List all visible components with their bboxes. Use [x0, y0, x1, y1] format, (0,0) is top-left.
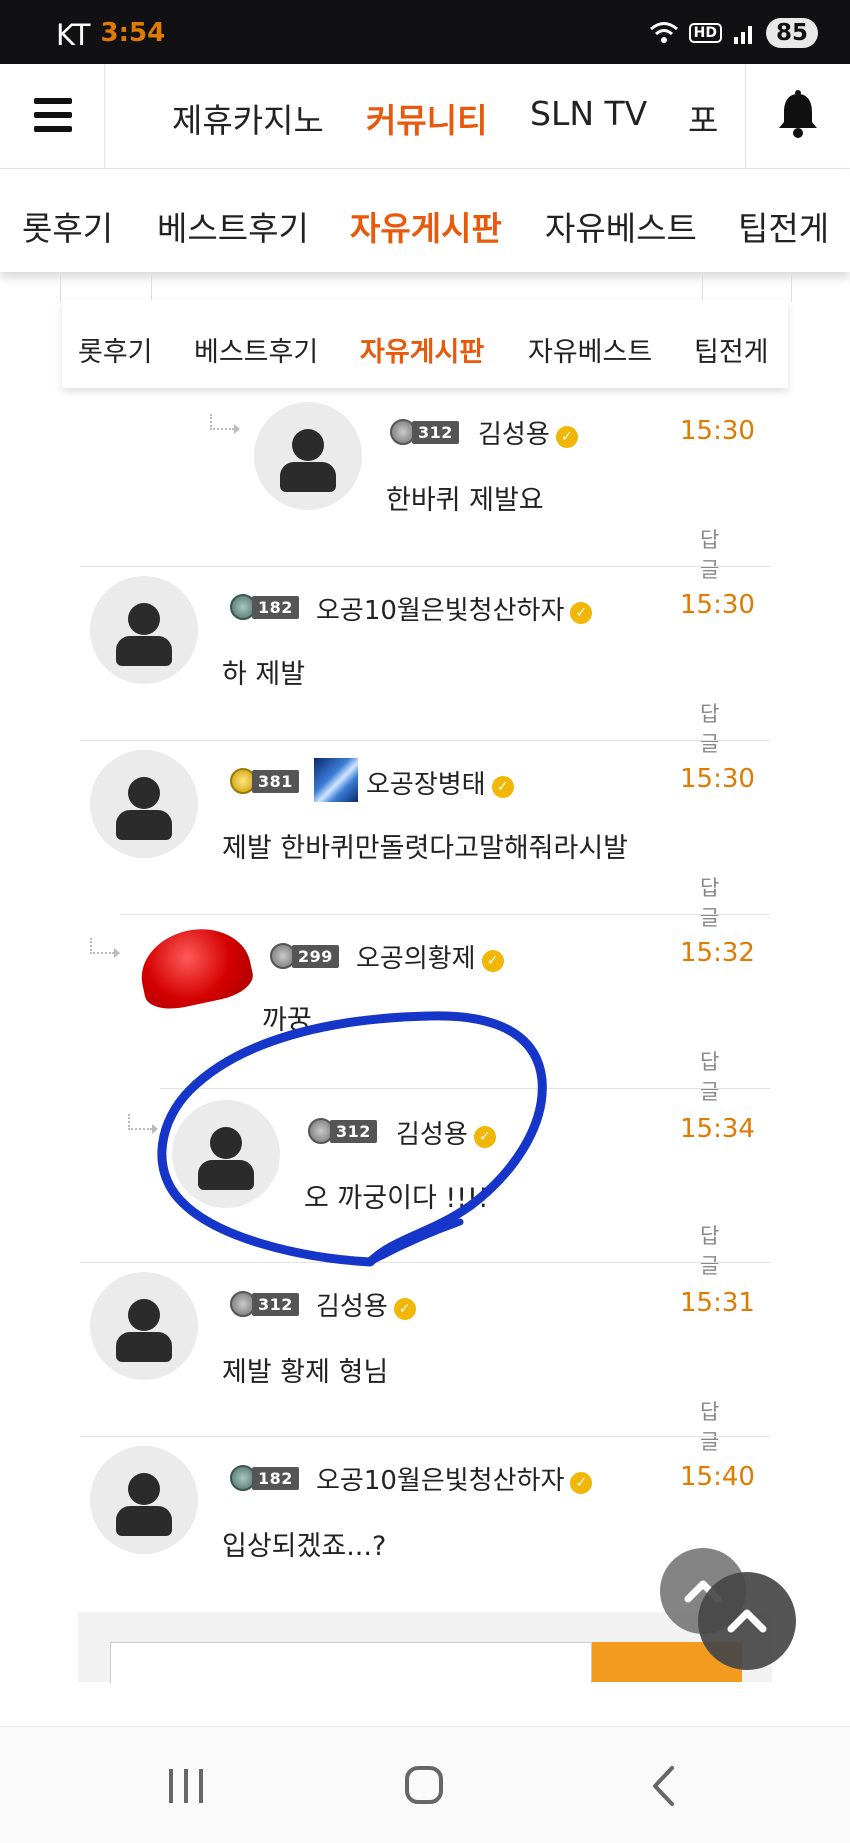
comment-author[interactable]: 오공10월은빛청산하자 ✓ [316, 1460, 593, 1497]
level-badge: 312 [230, 1290, 299, 1318]
verified-icon: ✓ [555, 426, 578, 448]
reply-button[interactable]: 답글 [700, 698, 719, 758]
status-left: KT 3:54 [56, 18, 165, 52]
comment-text: 까꿍 [262, 1005, 312, 1036]
reply-arrow-icon [128, 1114, 158, 1134]
divider [80, 740, 770, 741]
subtab-best-review[interactable]: 베스트후기 [157, 202, 309, 250]
comment-time: 15:31 [680, 1288, 755, 1318]
comment-time: 15:40 [680, 1462, 755, 1492]
verified-icon: ✓ [491, 776, 514, 798]
level-badge: 381 [230, 767, 299, 795]
verified-icon: ✓ [570, 602, 593, 624]
wifi-icon [649, 22, 678, 43]
carrier: KT [56, 18, 91, 52]
scroll-top-icon [727, 1609, 767, 1633]
top-nav-tabs: 제휴카지노 커뮤니티 SLN TV 포 [106, 64, 744, 168]
comment-time: 15:30 [680, 416, 755, 446]
status-right: HD 85 [649, 14, 818, 52]
comment-author[interactable]: 오공장병태 ✓ [366, 764, 514, 801]
battery-indicator: 85 [765, 18, 818, 48]
inner-sub-nav: 롯후기 베스트후기 자유게시판 자유베스트 팁전게 [62, 300, 788, 388]
comment-text: 하 제발 [222, 659, 306, 690]
avatar[interactable] [90, 1272, 198, 1380]
level-badge: 182 [230, 593, 299, 621]
clock: 3:54 [100, 18, 166, 48]
inner-subtab-free-best[interactable]: 자유베스트 [528, 330, 652, 369]
comment-text: 제발 한바퀴만돌렷다고말해줘라시발 [222, 833, 629, 864]
home-icon[interactable] [404, 1765, 444, 1805]
avatar[interactable] [172, 1100, 280, 1208]
verified-icon: ✓ [473, 1126, 496, 1148]
avatar[interactable] [90, 1446, 198, 1554]
divider [80, 1262, 770, 1263]
reply-button[interactable]: 답글 [700, 1396, 719, 1456]
comment-text: 한바퀴 제발요 [386, 485, 544, 516]
tab-affiliate-casino[interactable]: 제휴카지노 [172, 94, 324, 142]
level-badge: 312 [308, 1117, 377, 1145]
scroll-top-button[interactable] [698, 1572, 796, 1670]
divider [80, 1436, 770, 1437]
sub-nav: 롯후기 베스트후기 자유게시판 자유베스트 팁전게 [0, 170, 850, 272]
level-badge: 312 [390, 418, 459, 446]
comment-text: 오 까궁이다 !!!! [304, 1183, 489, 1214]
subtab-tip[interactable]: 팁전게 [738, 202, 829, 250]
comment-author[interactable]: 김성용 ✓ [396, 1114, 496, 1151]
verified-icon: ✓ [393, 1298, 416, 1320]
comment-time: 15:30 [680, 764, 755, 794]
divider [80, 566, 770, 567]
bell-icon [779, 90, 817, 138]
divider [120, 914, 770, 915]
reply-arrow-icon [90, 938, 120, 958]
back-icon[interactable] [650, 1765, 676, 1807]
comment-text: 입상되겠죠...? [222, 1531, 387, 1562]
avatar[interactable] [90, 750, 198, 858]
subtab-lot-review[interactable]: 롯후기 [22, 202, 113, 250]
system-nav-bar [0, 1726, 850, 1843]
content-frame [60, 272, 792, 302]
inner-subtab-free-board[interactable]: 자유게시판 [360, 330, 484, 369]
tab-partial[interactable]: 포 [688, 94, 718, 142]
comment-author[interactable]: 김성용 ✓ [478, 414, 578, 451]
reply-button[interactable]: 답글 [700, 1046, 719, 1106]
recent-apps-icon[interactable] [166, 1767, 206, 1805]
avatar[interactable] [90, 576, 198, 684]
inner-subtab-lot-review[interactable]: 롯후기 [78, 330, 153, 369]
comment-author[interactable]: 오공10월은빛청산하자 ✓ [316, 590, 593, 627]
subtab-free-best[interactable]: 자유베스트 [545, 202, 697, 250]
reply-button[interactable]: 답글 [700, 524, 719, 584]
tab-community[interactable]: 커뮤니티 [366, 94, 487, 142]
user-emblem-image [314, 758, 358, 802]
subtab-free-board[interactable]: 자유게시판 [350, 202, 502, 250]
inner-subtab-tip[interactable]: 팁전게 [694, 330, 769, 369]
level-badge: 299 [270, 942, 339, 970]
reply-button[interactable]: 답글 [700, 1220, 719, 1280]
status-bar: KT 3:54 HD 85 [0, 0, 850, 64]
hd-icon: HD [688, 23, 722, 43]
comment-time: 15:34 [680, 1114, 755, 1144]
signal-icon [733, 26, 752, 44]
menu-button[interactable] [0, 64, 105, 168]
reply-button[interactable]: 답글 [700, 872, 719, 932]
comment-time: 15:30 [680, 590, 755, 620]
comment-author[interactable]: 오공의황제 ✓ [356, 938, 504, 975]
comment-text: 제발 황제 형님 [222, 1357, 389, 1388]
top-nav: 제휴카지노 커뮤니티 SLN TV 포 [0, 64, 850, 169]
level-badge: 182 [230, 1464, 299, 1492]
avatar[interactable] [133, 919, 257, 1015]
avatar[interactable] [254, 402, 362, 510]
inner-subtab-best-review[interactable]: 베스트후기 [194, 330, 318, 369]
tab-sln-tv[interactable]: SLN TV [530, 94, 647, 133]
comment-input[interactable] [110, 1642, 592, 1683]
comment-time: 15:32 [680, 938, 755, 968]
comment-author[interactable]: 김성용 ✓ [316, 1286, 416, 1323]
divider [160, 1088, 770, 1089]
verified-icon: ✓ [570, 1472, 593, 1494]
reply-arrow-icon [210, 414, 240, 434]
verified-icon: ✓ [481, 950, 504, 972]
notification-button[interactable] [745, 64, 850, 168]
